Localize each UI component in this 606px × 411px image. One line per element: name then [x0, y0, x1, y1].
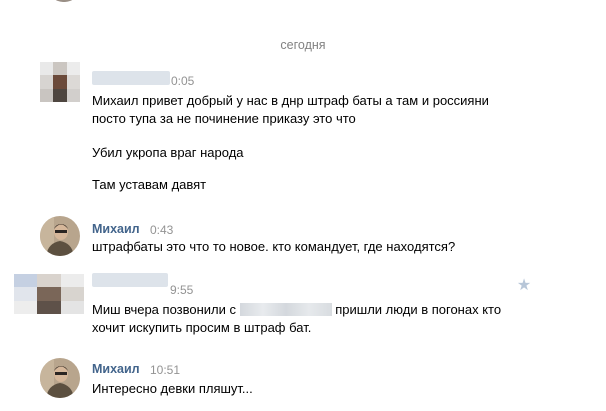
message-text: Убил укропа враг народа	[92, 145, 244, 160]
avatar[interactable]	[49, 0, 79, 2]
avatar[interactable]	[40, 216, 80, 256]
sender-name[interactable]: Михаил	[92, 222, 140, 236]
message-time[interactable]: 0:43	[150, 223, 173, 237]
message-text: Михаил привет добрый у нас в днр штраф б…	[92, 93, 489, 126]
message-time[interactable]: 0:05	[171, 74, 194, 88]
message-text: штрафбаты это что то новое. кто командуе…	[92, 239, 456, 254]
message-text: Там уставам давят	[92, 177, 207, 192]
star-icon[interactable]: ★	[515, 277, 533, 295]
date-divider: сегодня	[280, 38, 326, 52]
sender-name-redacted[interactable]	[92, 273, 168, 287]
redacted-text	[239, 303, 332, 316]
sender-name-redacted[interactable]	[92, 71, 170, 85]
sender-name[interactable]: Михаил	[92, 362, 140, 376]
message-time[interactable]: 10:51	[150, 363, 180, 377]
avatar[interactable]	[14, 274, 84, 314]
message-text: Интересно девки пляшут...	[92, 381, 253, 396]
avatar[interactable]	[40, 62, 80, 102]
message-text: Миш вчера позвонили с пришли люди в пого…	[92, 301, 512, 337]
avatar[interactable]	[40, 358, 80, 398]
message-time[interactable]: 9:55	[170, 283, 193, 297]
message-text-part: Миш вчера позвонили с	[92, 302, 237, 317]
